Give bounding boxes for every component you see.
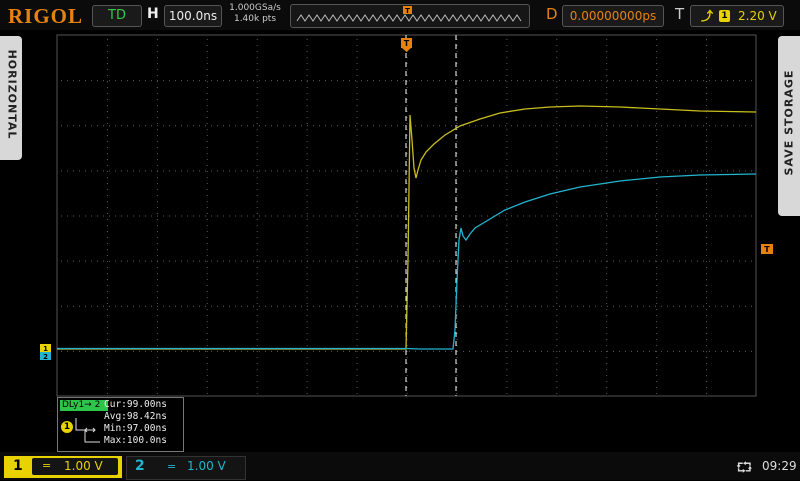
channel-1-number: 1: [13, 458, 23, 474]
measurement-title: DLy1→ 2: [60, 400, 108, 411]
measurement-maximum: Max:100.0ns: [104, 435, 167, 446]
measurement-average: Avg:98.42ns: [104, 411, 167, 422]
delay-measure-icon: [75, 418, 100, 443]
measurement-minimum: Min:97.00ns: [104, 423, 167, 434]
channel-2-number: 2: [135, 458, 145, 474]
system-clock: 09:29: [762, 459, 797, 473]
measurement-source-badge: 1: [61, 421, 73, 433]
horizontal-tab-label: HORIZONTAL: [5, 49, 19, 140]
save-storage-menu-tab[interactable]: SAVE STORAGE: [778, 36, 800, 216]
channel-2-scale: 1.00 V: [187, 459, 226, 473]
ch1-ground-label: 1: [43, 345, 48, 353]
trigger-position-label: T: [404, 39, 410, 48]
channel-1-coupling: =: [42, 459, 52, 472]
measurement-current: Cur:99.00ns: [104, 399, 167, 410]
channel-1-tab[interactable]: 1 = 1.00 V: [4, 456, 122, 478]
channel-2-coupling: =: [167, 460, 177, 473]
ch2-ground-label: 2: [43, 353, 48, 361]
measurement-panel[interactable]: DLy1→ 2 1 Cur:99.00ns Avg:98.42ns Min:97…: [57, 397, 184, 452]
horizontal-menu-tab[interactable]: HORIZONTAL: [0, 36, 22, 160]
channel-1-settings: = 1.00 V: [32, 458, 118, 475]
save-storage-tab-label: SAVE STORAGE: [782, 69, 796, 176]
channel-2-tab[interactable]: 2 = 1.00 V: [126, 456, 246, 480]
trigger-level-marker-label: T: [764, 245, 770, 254]
channel-1-scale: 1.00 V: [64, 459, 103, 473]
trigger-position-arrow: [402, 48, 411, 52]
usb-icon: ⮔: [736, 460, 753, 476]
